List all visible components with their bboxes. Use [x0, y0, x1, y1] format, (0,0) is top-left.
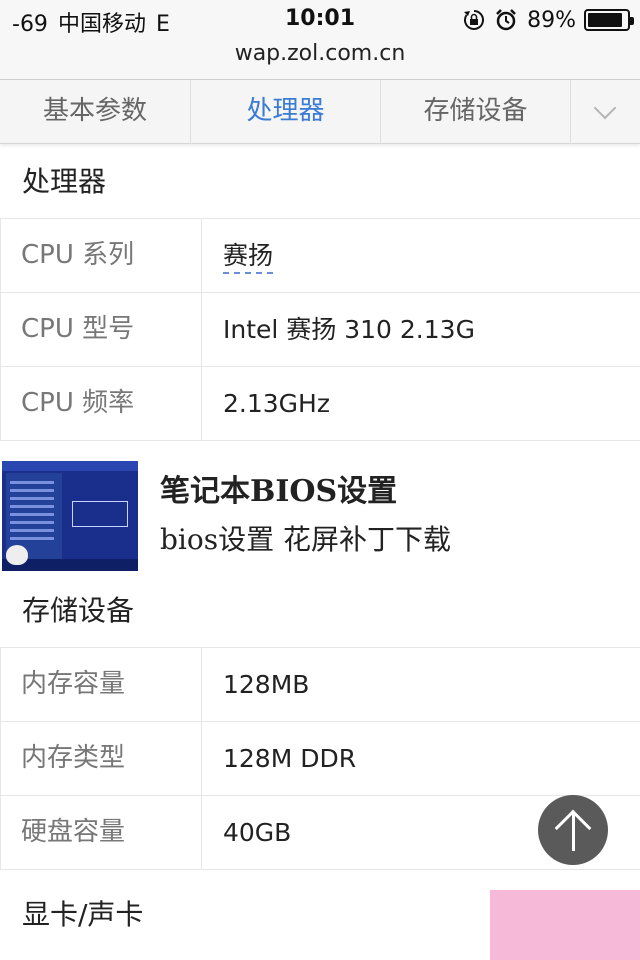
rotation-lock-icon: [464, 10, 485, 30]
spec-value: 40GB: [223, 818, 292, 847]
spec-row: CPU 系列 赛扬: [0, 219, 640, 293]
battery-percent: 89%: [527, 7, 576, 33]
battery-icon: [584, 9, 634, 31]
spec-value-link[interactable]: 赛扬: [223, 219, 274, 292]
chevron-down-icon: [593, 96, 617, 120]
alarm-icon: [496, 9, 516, 31]
spec-row: CPU 频率 2.13GHz: [0, 367, 640, 441]
spec-row: CPU 型号 Intel 赛扬 310 2.13G: [0, 293, 640, 367]
spec-value: Intel 赛扬 310 2.13G: [223, 315, 475, 344]
spec-key: 硬盘容量: [1, 796, 202, 869]
ad-thumbnail[interactable]: [2, 461, 138, 571]
tab-bar: 基本参数 处理器 存储设备: [0, 80, 640, 144]
spec-row: 内存容量 128MB: [0, 648, 640, 722]
scroll-to-top-button[interactable]: [538, 795, 608, 865]
spec-key: CPU 系列: [1, 219, 202, 292]
spec-key: 内存类型: [1, 722, 202, 795]
spec-value: 128MB: [223, 670, 310, 699]
watermark-patch: [490, 890, 640, 960]
spec-value: 128M DDR: [223, 744, 357, 773]
section-title-storage: 存储设备: [0, 574, 640, 648]
status-bar: -69 中国移动 E 10:01 89%: [0, 0, 640, 40]
spec-key: CPU 频率: [1, 367, 202, 440]
battery-fill: [588, 13, 622, 27]
tab-storage[interactable]: 存储设备: [381, 80, 571, 144]
address-bar[interactable]: wap.zol.com.cn: [0, 40, 640, 80]
spec-row: 内存类型 128M DDR: [0, 722, 640, 796]
tab-processor[interactable]: 处理器: [191, 80, 381, 144]
paw-logo-icon: [6, 545, 28, 565]
spec-value: 2.13GHz: [223, 389, 330, 418]
status-right: 89%: [463, 6, 634, 34]
ad-title[interactable]: 笔记本BIOS设置: [160, 466, 397, 510]
tab-basic-params[interactable]: 基本参数: [0, 80, 191, 144]
spec-key: 内存容量: [1, 648, 202, 721]
ad-subtitle[interactable]: bios设置 花屏补丁下载: [160, 518, 451, 558]
section-title-processor: 处理器: [0, 145, 640, 219]
ad-banner[interactable]: 笔记本BIOS设置 bios设置 花屏补丁下载: [0, 458, 640, 574]
tab-more-button[interactable]: [571, 80, 640, 144]
cpu-series-link[interactable]: 赛扬: [223, 241, 274, 274]
spec-key: CPU 型号: [1, 293, 202, 366]
